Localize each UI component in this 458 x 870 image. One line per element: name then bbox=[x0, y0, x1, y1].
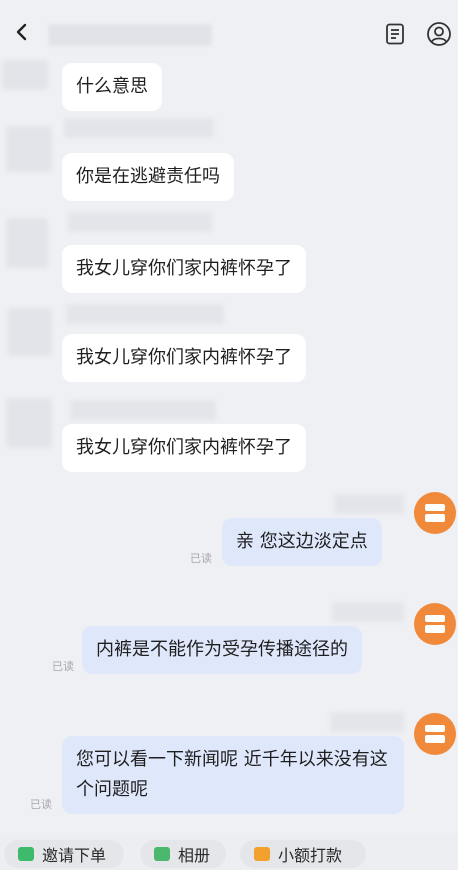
outgoing-message: 内裤是不能作为受孕传播途径的 bbox=[82, 626, 362, 674]
album-label: 相册 bbox=[178, 846, 211, 865]
read-status: 已读 bbox=[52, 660, 74, 673]
customer-name-redacted bbox=[68, 212, 212, 232]
payment-icon bbox=[254, 847, 270, 861]
profile-icon[interactable] bbox=[426, 21, 452, 47]
customer-avatar-redacted bbox=[8, 308, 52, 356]
invite-order-button[interactable]: 邀请下单 bbox=[4, 840, 124, 868]
outgoing-message: 您可以看一下新闻呢 近千年以来没有这个问题呢 bbox=[62, 736, 404, 814]
store-icon bbox=[425, 725, 445, 743]
store-icon bbox=[425, 615, 445, 633]
customer-avatar-redacted bbox=[2, 60, 48, 90]
album-button[interactable]: 相册 bbox=[140, 840, 226, 868]
incoming-message: 什么意思 bbox=[62, 63, 162, 111]
customer-avatar-redacted bbox=[6, 218, 48, 268]
conversation-title-redacted bbox=[48, 24, 212, 46]
customer-name-redacted bbox=[70, 400, 216, 420]
incoming-message: 我女儿穿你们家内裤怀孕了 bbox=[62, 424, 306, 472]
shop-avatar bbox=[414, 603, 456, 645]
customer-avatar-redacted bbox=[6, 398, 52, 448]
quick-action-bar: 邀请下单 相册 小额打款 bbox=[0, 834, 458, 870]
green-order-icon bbox=[18, 847, 34, 861]
back-arrow-icon[interactable] bbox=[12, 22, 32, 42]
shop-name-redacted bbox=[332, 602, 404, 622]
shop-name-redacted bbox=[330, 712, 404, 732]
read-status: 已读 bbox=[30, 798, 52, 811]
customer-avatar-redacted bbox=[6, 126, 52, 172]
shop-name-redacted bbox=[334, 494, 404, 514]
store-icon bbox=[425, 504, 445, 522]
document-icon[interactable] bbox=[383, 22, 407, 46]
shop-avatar bbox=[414, 492, 456, 534]
incoming-message: 你是在逃避责任吗 bbox=[62, 153, 234, 201]
customer-name-redacted bbox=[66, 304, 224, 324]
top-bar bbox=[0, 0, 458, 64]
small-payment-button[interactable]: 小额打款 bbox=[240, 840, 366, 868]
outgoing-message: 亲 您这边淡定点 bbox=[222, 518, 382, 566]
invite-order-label: 邀请下单 bbox=[42, 846, 107, 865]
read-status: 已读 bbox=[190, 552, 212, 565]
incoming-message: 我女儿穿你们家内裤怀孕了 bbox=[62, 334, 306, 382]
incoming-message: 我女儿穿你们家内裤怀孕了 bbox=[62, 245, 306, 293]
album-icon bbox=[154, 847, 170, 861]
shop-avatar bbox=[414, 713, 456, 755]
small-payment-label: 小额打款 bbox=[278, 846, 343, 865]
customer-name-redacted bbox=[64, 118, 214, 138]
